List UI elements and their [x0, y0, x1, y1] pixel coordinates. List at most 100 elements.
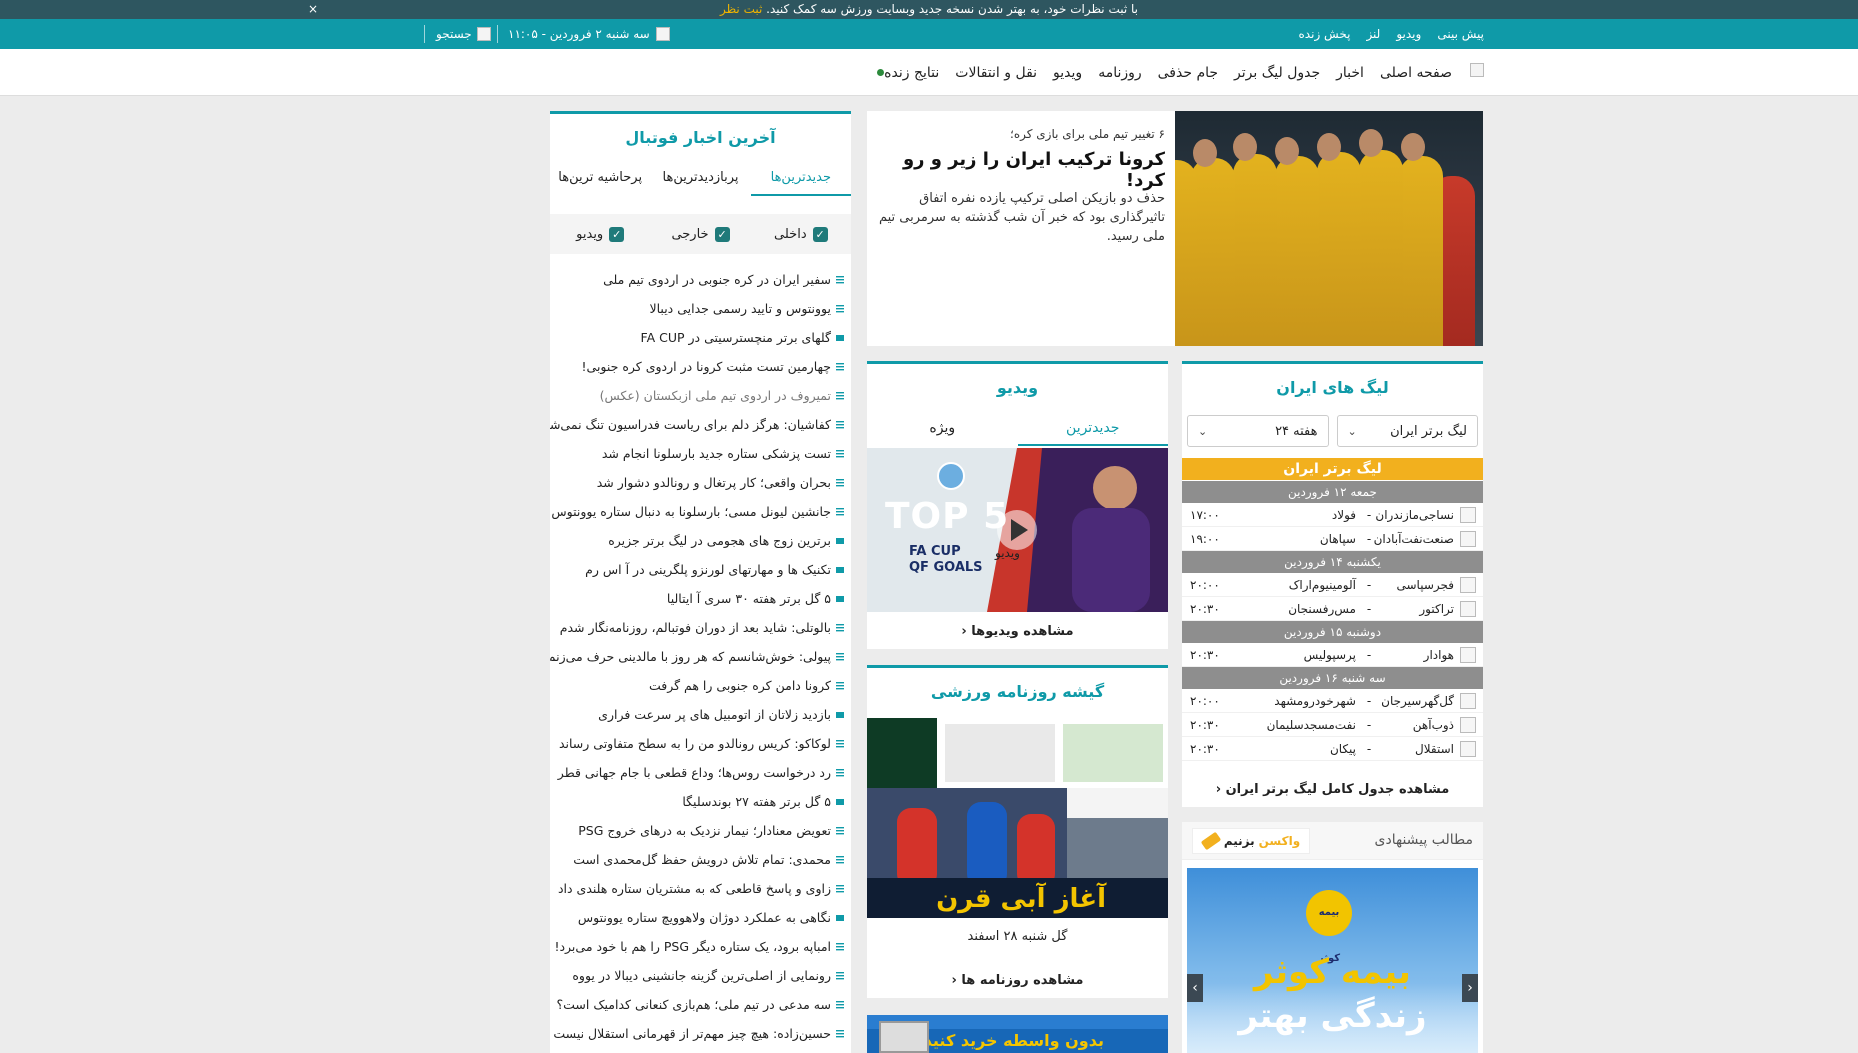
video-thumbnail[interactable]: TOP 5 FA CUP QF GOALS ویدیو [867, 448, 1168, 612]
date-text: سه شنبه ۲ فروردین - ۱۱:۰۵ [508, 27, 650, 41]
news-item[interactable]: پیولی: خوش‌شانسم که هر روز با مالدینی حر… [550, 642, 851, 671]
news-item[interactable]: رد درخواست روس‌ها؛ وداع قطعی با جام جهان… [550, 758, 851, 787]
nav-item-home[interactable]: صفحه اصلی [1380, 65, 1452, 81]
news-item[interactable]: چهارمین تست مثبت کرونا در اردوی کره جنوب… [550, 352, 851, 381]
checkbox-checked-icon[interactable]: ✓ [714, 226, 730, 242]
home-team: تراکتور [1419, 601, 1454, 616]
hero-story[interactable]: ۶ تغییر تیم ملی برای بازی کره؛ کرونا ترک… [867, 111, 1483, 346]
video-bullet-icon [836, 711, 844, 718]
tab-latest-videos[interactable]: جدیدترین [1017, 414, 1168, 446]
site-logo-icon[interactable] [1470, 63, 1484, 77]
top-link-predict[interactable]: پیش بینی [1437, 27, 1484, 41]
nav-item-live-results[interactable]: نتایج زنده [873, 65, 939, 81]
nav-item-transfers[interactable]: نقل و انتقالات [955, 65, 1037, 81]
news-item[interactable]: ۵ گل برتر هفته ۳۰ سری آ ایتالیا [550, 584, 851, 613]
search-button[interactable]: جستجو [436, 19, 491, 49]
checkbox-checked-icon[interactable]: ✓ [812, 226, 828, 242]
news-item[interactable]: بحران واقعی؛ کار پرتغال و رونالدو دشوار … [550, 468, 851, 497]
newspaper-cover[interactable]: آغاز آبی قرن [867, 718, 1168, 918]
news-item[interactable]: سه مدعی در تیم ملی؛ هم‌بازی کنعانی کدامی… [550, 990, 851, 1019]
league-select[interactable]: لیگ برتر ایران ⌄ [1336, 415, 1478, 447]
news-item[interactable]: رونمایی از اصلی‌ترین گزینه جانشینی دیبال… [550, 961, 851, 990]
news-item-title: زاوی و پاسخ قاطعی که به مشتریان ستاره هل… [557, 881, 831, 896]
fixture-row[interactable]: نساجی‌مازندران - فولاد ۱۷:۰۰ [1182, 503, 1483, 527]
checkbox-checked-icon[interactable]: ✓ [609, 226, 625, 242]
fixture-row[interactable]: ذوب‌آهن - نفت‌مسجدسلیمان ۲۰:۳۰ [1182, 713, 1483, 737]
advertisement-banner[interactable]: بدون واسطه خرید کنید [867, 1015, 1168, 1053]
filter-video[interactable]: ✓ ویدیو [550, 226, 650, 242]
news-item[interactable]: نگاهی به عملکرد دوژان ولاهوویچ ستاره یوو… [550, 903, 851, 932]
hero-head [1275, 137, 1299, 165]
text-bullet-icon [836, 884, 844, 892]
news-item[interactable]: کفاشیان: هرگز دلم برای ریاست فدراسیون تن… [550, 410, 851, 439]
fixture-row[interactable]: فجرسپاسی - آلومینیوم‌اراک ۲۰:۰۰ [1182, 573, 1483, 597]
fixture-row[interactable]: هوادار - پرسپولیس ۲۰:۳۰ [1182, 643, 1483, 667]
vaccine-campaign-badge[interactable]: واکسن بزنیم [1192, 828, 1310, 854]
view-videos-link[interactable]: مشاهده ویدیوها ‹ [867, 624, 1168, 639]
hero-head [1233, 133, 1257, 161]
news-item[interactable]: بازدید زلاتان از اتومبیل های پر سرعت فرا… [550, 700, 851, 729]
news-item-title: ۵ گل برتر هفته ۲۷ بوندسلیگا [682, 794, 831, 809]
text-bullet-icon [836, 1029, 844, 1037]
video-thumb-sub1: FA CUP [909, 544, 961, 559]
news-item[interactable]: جانشین لیونل مسی؛ بارسلونا به دنبال ستار… [550, 497, 851, 526]
fixture-row[interactable]: صنعت‌نفت‌آبادان - سپاهان ۱۹:۰۰ [1182, 527, 1483, 551]
news-item[interactable]: بالوتلی: شاید بعد از دوران فوتبالم، روزن… [550, 613, 851, 642]
carousel-prev-button[interactable]: ‹ [1462, 974, 1478, 1002]
date-time: سه شنبه ۲ فروردین - ۱۱:۰۵ [508, 19, 670, 49]
news-item[interactable]: تکنیک ها و مهارتهای لورنزو پلگرینی در آ … [550, 555, 851, 584]
filter-foreign[interactable]: ✓ خارجی [650, 226, 750, 242]
tab-featured-videos[interactable]: ویژه [867, 414, 1018, 446]
news-item[interactable]: برترین زوج های هجومی در لیگ برتر جزیره [550, 526, 851, 555]
hero-title[interactable]: کرونا ترکیب ایران را زیر و رو کرد! [875, 149, 1165, 191]
news-item[interactable]: زاوی و پاسخ قاطعی که به مشتریان ستاره هل… [550, 874, 851, 903]
news-item[interactable]: تمیروف در اردوی تیم ملی ازبکستان (عکس) [550, 381, 851, 410]
news-item[interactable]: تست پزشکی ستاره جدید بارسلونا انجام شد [550, 439, 851, 468]
news-filters: ✓ داخلی ✓ خارجی ✓ ویدیو [550, 214, 851, 254]
away-team: پرسپولیس [1303, 647, 1356, 662]
week-select[interactable]: هفته ۲۴ ⌄ [1187, 415, 1329, 447]
top-link-video[interactable]: ویدیو [1396, 27, 1421, 41]
hero-figure [1275, 156, 1319, 346]
hero-photo[interactable] [1175, 111, 1483, 346]
nav-item-video[interactable]: ویدیو [1053, 65, 1082, 81]
nav-item-cup[interactable]: جام حذفی [1158, 65, 1218, 81]
view-newspapers-link[interactable]: مشاهده روزنامه ها ‹ [867, 973, 1168, 988]
news-item-title: گلهای برتر منچسترسیتی در FA CUP [640, 330, 831, 345]
team-logo-icon [1460, 600, 1476, 617]
fixture-row[interactable]: گل‌گهرسیرجان - شهرخودرومشهد ۲۰:۰۰ [1182, 689, 1483, 713]
news-item[interactable]: ۵ گل برتر هفته ۲۷ بوندسلیگا [550, 787, 851, 816]
news-item[interactable]: تعویض معنادار؛ نیمار نزدیک به درهای خروج… [550, 816, 851, 845]
fixture-row[interactable]: استقلال - پیکان ۲۰:۳۰ [1182, 737, 1483, 761]
filter-domestic[interactable]: ✓ داخلی [751, 226, 851, 242]
news-item[interactable]: یوونتوس و تایید رسمی جدایی دیبالا [550, 294, 851, 323]
suggested-banner[interactable]: بیمه کوثر بیمه کوثر زندگی بهتر [1187, 868, 1478, 1053]
news-item[interactable]: کرونا دامن کره جنوبی را هم گرفت [550, 671, 851, 700]
news-item[interactable]: لوکاکو: کریس رونالدو من را به سطح متفاوت… [550, 729, 851, 758]
fixture-row[interactable]: تراکتور - مس‌رفسنجان ۲۰:۳۰ [1182, 597, 1483, 621]
carousel-next-button[interactable]: › [1187, 974, 1203, 1002]
tab-newest[interactable]: جدیدترین‌ها [750, 164, 851, 196]
top-link-lens[interactable]: لنز [1366, 27, 1380, 41]
tab-most-viewed[interactable]: پربازدیدترین‌ها [650, 164, 750, 196]
nav-item-league-table[interactable]: جدول لیگ برتر [1234, 65, 1320, 81]
divider [497, 25, 498, 43]
nav-item-newspaper[interactable]: روزنامه [1098, 65, 1141, 81]
close-icon[interactable]: × [308, 0, 318, 19]
news-item[interactable]: حسین‌زاده: هیچ چیز مهم‌تر از قهرمانی است… [550, 1019, 851, 1048]
suggested-header: مطالب پیشنهادی واکسن بزنیم [1182, 822, 1483, 860]
news-item[interactable]: امباپه برود، یک ستاره دیگر PSG را هم با … [550, 932, 851, 961]
nav-list: صفحه اصلی اخبار جدول لیگ برتر جام حذفی ر… [873, 49, 1452, 96]
text-bullet-icon [836, 1000, 844, 1008]
tab-most-controversial[interactable]: پرحاشیه ترین‌ها [550, 164, 650, 196]
news-item[interactable]: سفیر ایران در کره جنوبی در اردوی تیم ملی [550, 265, 851, 294]
filter-domestic-label: داخلی [774, 226, 807, 242]
top-link-live[interactable]: پخش زنده [1299, 27, 1351, 41]
ad-laptop-icon [879, 1021, 929, 1053]
news-item[interactable]: گلهای برتر منچسترسیتی در FA CUP [550, 323, 851, 352]
view-full-table-link[interactable]: مشاهده جدول کامل لیگ برتر ایران ‹ [1182, 782, 1483, 797]
news-item[interactable]: محمدی: تمام تلاش درویش حفظ گل‌محمدی است [550, 845, 851, 874]
feedback-link[interactable]: ثبت نظر [720, 2, 762, 16]
nav-item-news[interactable]: اخبار [1336, 65, 1364, 81]
video-bullet-icon [836, 334, 844, 341]
